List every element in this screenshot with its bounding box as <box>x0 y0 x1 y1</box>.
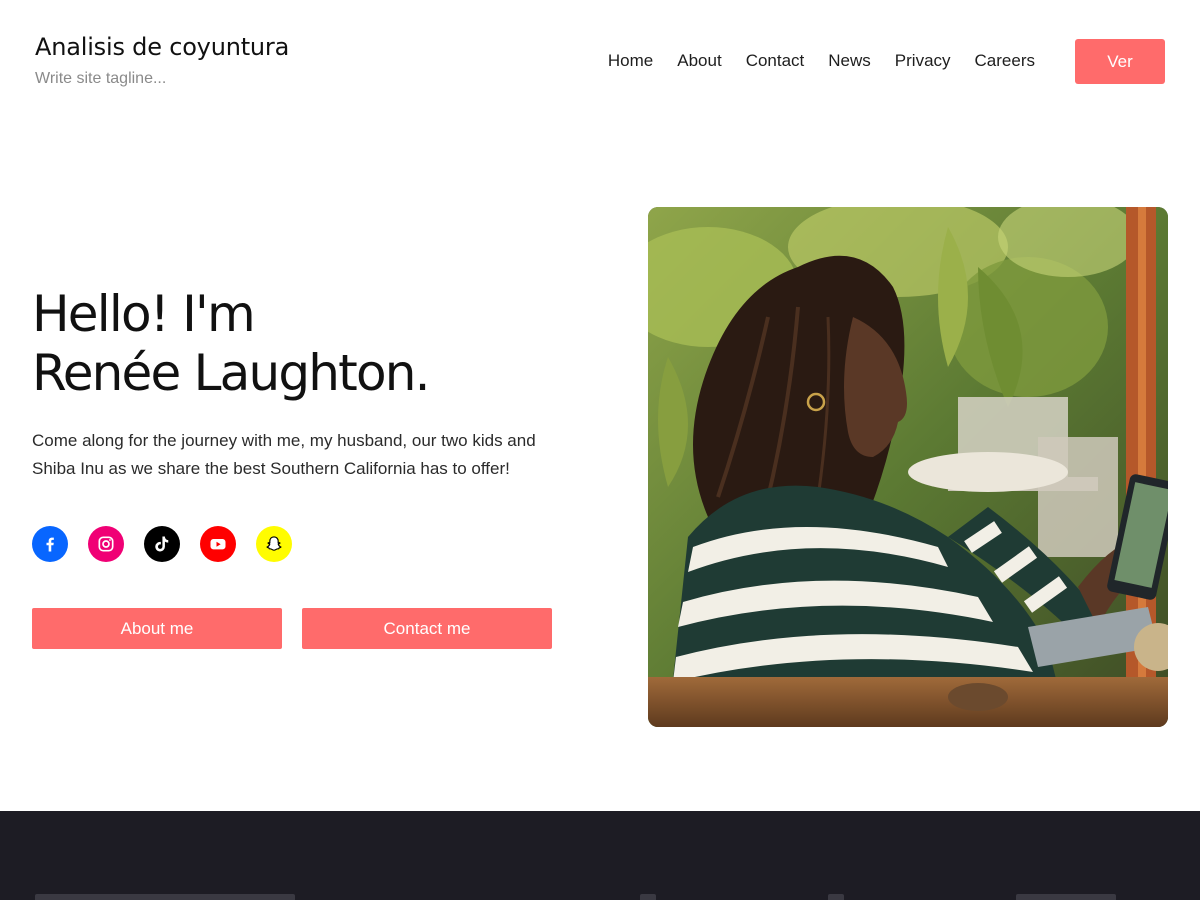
facebook-icon <box>46 537 54 552</box>
hero-title-line-1: Hello! I'm <box>32 285 256 343</box>
nav-contact[interactable]: Contact <box>746 51 805 71</box>
nav-news[interactable]: News <box>828 51 871 71</box>
footer-column-heading <box>1016 894 1116 900</box>
site-footer <box>0 811 1200 900</box>
main-navigation: Home About Contact News Privacy Careers <box>608 51 1035 71</box>
instagram-icon <box>98 536 114 552</box>
brand: Analisis de coyuntura Write site tagline… <box>35 33 289 88</box>
about-me-button[interactable]: About me <box>32 608 282 649</box>
site-title[interactable]: Analisis de coyuntura <box>35 33 289 61</box>
facebook-link[interactable] <box>32 526 68 562</box>
nav-privacy[interactable]: Privacy <box>895 51 951 71</box>
snapchat-icon <box>266 536 282 551</box>
snapchat-link[interactable] <box>256 526 292 562</box>
youtube-link[interactable] <box>200 526 236 562</box>
social-links <box>32 526 292 562</box>
footer-column-heading <box>640 894 656 900</box>
nav-careers[interactable]: Careers <box>975 51 1035 71</box>
tiktok-link[interactable] <box>144 526 180 562</box>
nav-home[interactable]: Home <box>608 51 653 71</box>
hero-title: Hello! I'm Renée Laughton. <box>32 285 431 403</box>
nav-about[interactable]: About <box>677 51 721 71</box>
woman-at-laptop-illustration <box>648 207 1168 727</box>
footer-column-heading <box>828 894 844 900</box>
hero-photo <box>648 207 1168 727</box>
instagram-link[interactable] <box>88 526 124 562</box>
hero-title-line-2: Renée Laughton. <box>32 344 431 402</box>
contact-me-button[interactable]: Contact me <box>302 608 552 649</box>
ver-button[interactable]: Ver <box>1075 39 1165 84</box>
footer-heading <box>35 894 295 900</box>
tiktok-icon <box>155 536 169 552</box>
site-header: Analisis de coyuntura Write site tagline… <box>0 0 1200 124</box>
hero-description: Come along for the journey with me, my h… <box>32 431 536 478</box>
site-tagline: Write site tagline... <box>35 70 167 87</box>
youtube-icon <box>210 539 226 550</box>
